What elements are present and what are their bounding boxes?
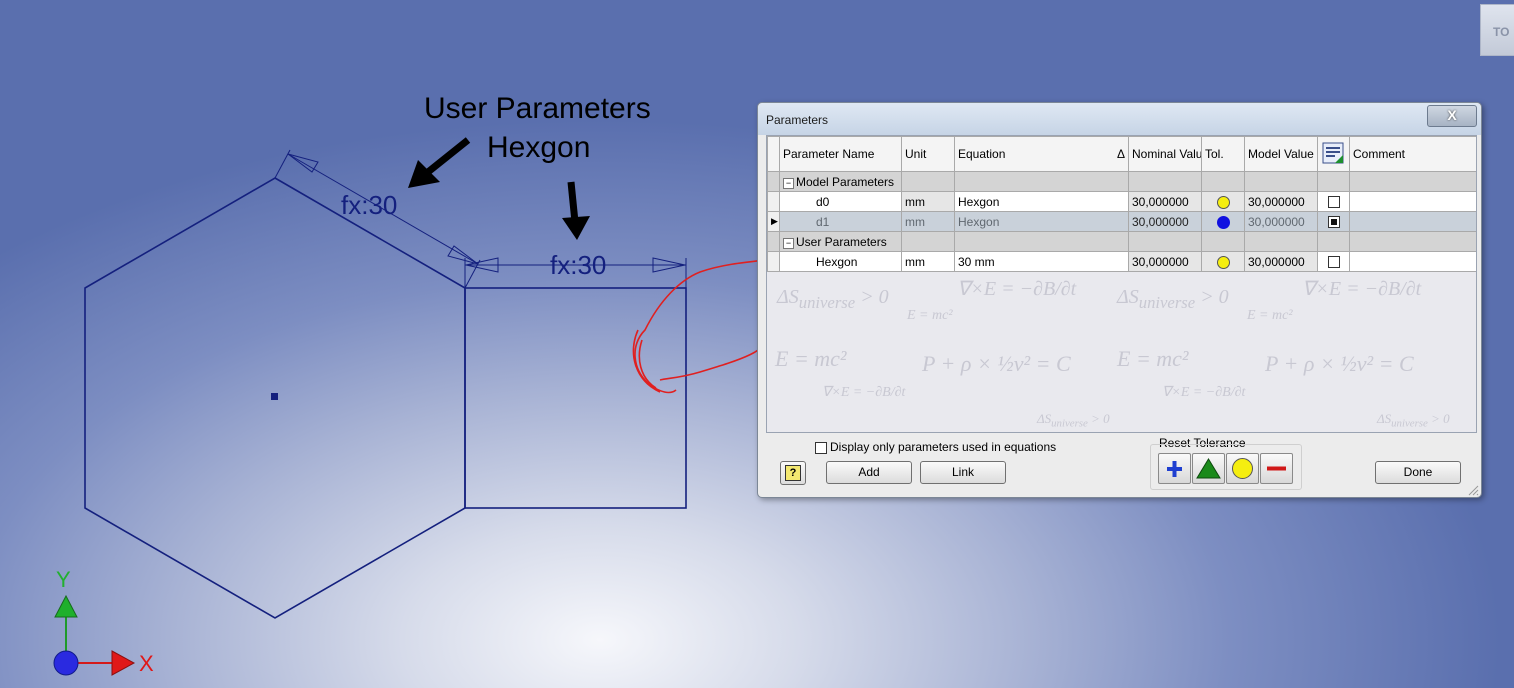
table-row-hexgon[interactable]: Hexgon mm 30 mm 30,000000 30,000000 xyxy=(767,251,1476,272)
group-row-model-parameters[interactable]: − Model Parameters xyxy=(767,171,1476,192)
row-selector-header xyxy=(767,136,780,172)
column-header-tolerance[interactable]: Tol. xyxy=(1201,136,1245,172)
callout-title-line1: User Parameters xyxy=(424,92,651,125)
model-value-cell: 30,000000 xyxy=(1244,211,1318,232)
x-axis-arrow-icon xyxy=(111,650,136,676)
collapse-icon[interactable]: − xyxy=(783,237,794,249)
column-header-nominal-value[interactable]: Nominal Valu xyxy=(1128,136,1202,172)
column-header-comment[interactable]: Comment xyxy=(1349,136,1476,172)
tolerance-cell[interactable] xyxy=(1201,191,1245,212)
axis-triad xyxy=(53,594,136,676)
plus-icon xyxy=(1167,461,1182,477)
display-used-only-checkbox[interactable] xyxy=(815,441,827,454)
unit-cell[interactable]: mm xyxy=(901,191,955,212)
hex-side-dim-value[interactable]: fx:30 xyxy=(341,190,397,221)
y-axis-label: Y xyxy=(56,567,71,592)
comment-cell[interactable] xyxy=(1349,191,1476,212)
model-value-cell: 30,000000 xyxy=(1244,251,1318,272)
callout-title-line2: Hexgon xyxy=(487,131,591,164)
parameters-table: Parameter Name Unit Equation Δ Nominal Va… xyxy=(767,136,1476,272)
param-name-cell[interactable]: d1 xyxy=(779,211,902,232)
done-button[interactable]: Done xyxy=(1375,461,1461,484)
help-button[interactable]: ? xyxy=(780,461,806,485)
tolerance-cell[interactable] xyxy=(1201,251,1245,272)
tolerance-upper-dot-icon xyxy=(1216,215,1230,229)
column-header-equation-label: Equation xyxy=(958,147,1006,161)
nominal-value-cell: 30,000000 xyxy=(1128,251,1202,272)
export-checkbox[interactable] xyxy=(1327,196,1340,209)
collapse-icon[interactable]: − xyxy=(783,177,794,189)
upper-tolerance-button[interactable] xyxy=(1158,453,1191,484)
viewcube-tab[interactable]: TO xyxy=(1480,4,1514,56)
export-checkbox[interactable] xyxy=(1327,216,1340,229)
group-name: User Parameters xyxy=(796,234,887,249)
column-header-equation[interactable]: Equation Δ xyxy=(954,136,1129,172)
table-header-row: Parameter Name Unit Equation Δ Nominal Va… xyxy=(767,136,1476,172)
square-sketch[interactable] xyxy=(464,287,687,509)
group-row-user-parameters[interactable]: − User Parameters xyxy=(767,231,1476,252)
column-header-export[interactable] xyxy=(1317,136,1350,172)
nominal-value-cell: 30,000000 xyxy=(1128,191,1202,212)
close-button[interactable]: X xyxy=(1427,105,1477,127)
row-selector[interactable] xyxy=(767,231,780,252)
model-value-cell: 30,000000 xyxy=(1244,191,1318,212)
param-name-cell[interactable]: d0 xyxy=(779,191,902,212)
viewcube-label: TO xyxy=(1493,25,1510,39)
equation-cell[interactable]: Hexgon xyxy=(954,211,1129,232)
column-header-parameter-name[interactable]: Parameter Name xyxy=(779,136,902,172)
resize-grip-icon[interactable] xyxy=(1467,484,1479,496)
row-selector[interactable] xyxy=(767,171,780,192)
circle-icon xyxy=(1232,458,1253,479)
square-top-dim-value[interactable]: fx:30 xyxy=(550,250,606,281)
dialog-titlebar[interactable]: Parameters X xyxy=(758,103,1481,135)
group-name: Model Parameters xyxy=(796,174,895,189)
parameters-grid[interactable]: ΔSuniverse > 0 ∇×E = −∂B/∂t ΔSuniverse >… xyxy=(766,135,1477,433)
parameters-dialog: Parameters X ΔSuniverse > 0 ∇×E = −∂B/∂t… xyxy=(757,102,1482,498)
triangle-icon xyxy=(1196,458,1221,479)
export-parameter-icon xyxy=(1322,142,1344,163)
export-cell[interactable] xyxy=(1317,251,1350,272)
comment-cell[interactable] xyxy=(1349,211,1476,232)
dialog-title: Parameters xyxy=(766,113,829,127)
comment-cell[interactable] xyxy=(1349,251,1476,272)
link-button[interactable]: Link xyxy=(920,461,1006,484)
tolerance-nominal-dot-icon xyxy=(1216,195,1230,209)
nominal-tolerance-button[interactable] xyxy=(1226,453,1259,484)
export-cell[interactable] xyxy=(1317,191,1350,212)
equation-cell[interactable]: 30 mm xyxy=(954,251,1129,272)
hexagon-center-point[interactable] xyxy=(271,393,278,400)
unit-cell[interactable]: mm xyxy=(901,251,955,272)
export-checkbox[interactable] xyxy=(1327,256,1340,269)
table-row-d0[interactable]: d0 mm Hexgon 30,000000 30,000000 xyxy=(767,191,1476,212)
minus-icon xyxy=(1267,466,1286,471)
z-axis-dot-icon xyxy=(53,650,79,676)
group-label-cell[interactable]: − User Parameters xyxy=(779,231,902,252)
column-header-unit[interactable]: Unit xyxy=(901,136,955,172)
row-selector[interactable] xyxy=(767,191,780,212)
filter-option[interactable]: Display only parameters used in equation… xyxy=(815,440,1056,454)
param-name-cell[interactable]: Hexgon xyxy=(779,251,902,272)
export-cell[interactable] xyxy=(1317,211,1350,232)
median-tolerance-button[interactable] xyxy=(1192,453,1225,484)
table-row-d1[interactable]: ▶ d1 mm Hexgon 30,000000 30,000000 xyxy=(767,211,1476,232)
y-axis-arrow-icon xyxy=(54,594,78,618)
unit-cell[interactable]: mm xyxy=(901,211,955,232)
row-selector-current[interactable]: ▶ xyxy=(767,211,780,232)
nominal-value-cell: 30,000000 xyxy=(1128,211,1202,232)
group-label-cell[interactable]: − Model Parameters xyxy=(779,171,902,192)
row-selector[interactable] xyxy=(767,251,780,272)
add-button[interactable]: Add xyxy=(826,461,912,484)
sort-indicator-icon: Δ xyxy=(1116,147,1125,161)
column-header-model-value[interactable]: Model Value xyxy=(1244,136,1318,172)
lower-tolerance-button[interactable] xyxy=(1260,453,1293,484)
equation-cell[interactable]: Hexgon xyxy=(954,191,1129,212)
help-icon: ? xyxy=(785,465,801,481)
display-used-only-label: Display only parameters used in equation… xyxy=(830,440,1057,454)
tolerance-nominal-dot-icon xyxy=(1216,255,1230,269)
x-axis-label: X xyxy=(139,651,154,676)
tolerance-cell[interactable] xyxy=(1201,211,1245,232)
